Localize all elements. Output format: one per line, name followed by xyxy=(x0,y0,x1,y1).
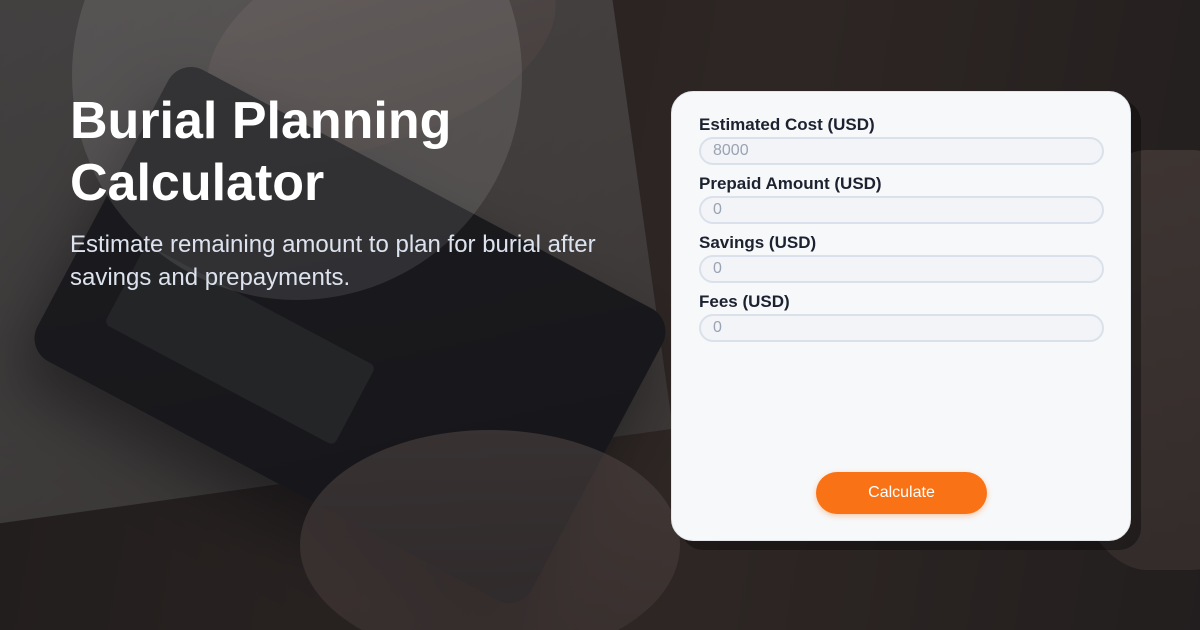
savings-field-group: Savings (USD) xyxy=(699,232,1104,283)
fees-label: Fees (USD) xyxy=(699,292,790,311)
page: Burial Planning Calculator Estimate rema… xyxy=(0,0,1200,630)
fees-field-group: Fees (USD) xyxy=(699,291,1104,342)
savings-label: Savings (USD) xyxy=(699,233,817,252)
estimated-cost-input[interactable] xyxy=(699,137,1104,165)
calculate-button[interactable]: Calculate xyxy=(816,472,987,514)
prepaid-amount-label: Prepaid Amount (USD) xyxy=(699,174,882,193)
prepaid-amount-field-group: Prepaid Amount (USD) xyxy=(699,173,1104,224)
savings-input[interactable] xyxy=(699,255,1104,283)
calculator-form: Estimated Cost (USD) Prepaid Amount (USD… xyxy=(671,91,1131,541)
fees-input[interactable] xyxy=(699,314,1104,342)
estimated-cost-label: Estimated Cost (USD) xyxy=(699,115,875,134)
estimated-cost-field-group: Estimated Cost (USD) xyxy=(699,114,1104,165)
prepaid-amount-input[interactable] xyxy=(699,196,1104,224)
page-subtitle: Estimate remaining amount to plan for bu… xyxy=(70,231,596,291)
hero: Burial Planning Calculator Estimate rema… xyxy=(70,90,650,294)
page-title: Burial Planning Calculator xyxy=(70,92,452,212)
